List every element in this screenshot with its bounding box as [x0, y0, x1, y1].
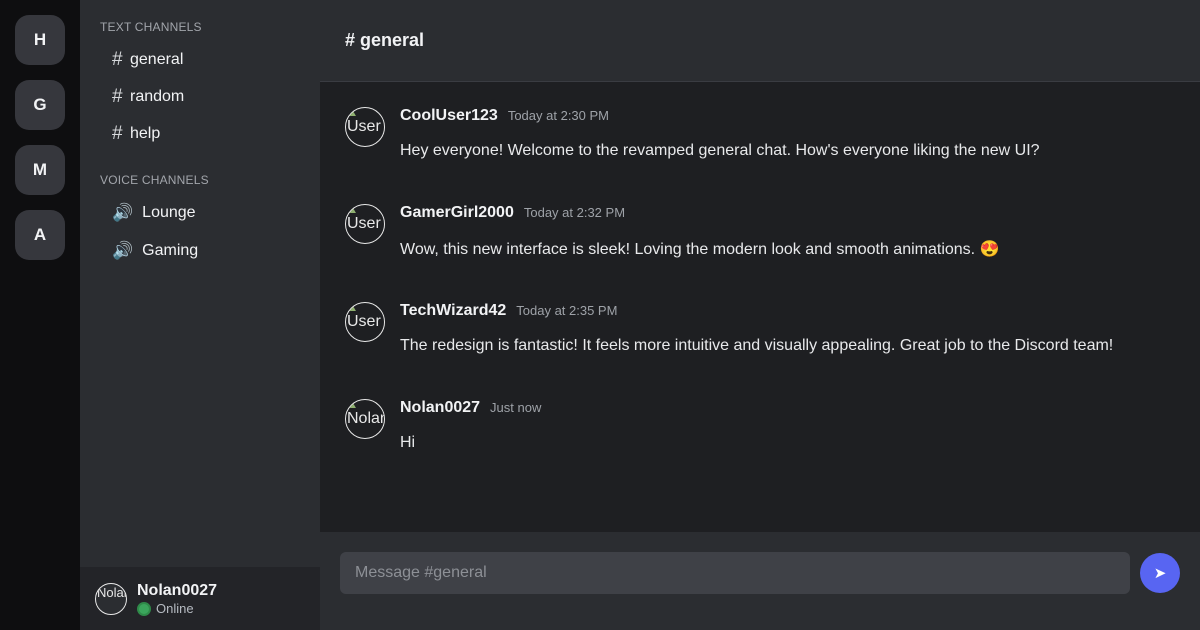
user-status: Online [137, 601, 194, 616]
message-author[interactable]: GamerGirl2000 [400, 204, 514, 222]
channel-header: # general [320, 0, 1200, 82]
avatar[interactable]: ⛰ User [345, 204, 385, 244]
message-timestamp: Today at 2:30 PM [507, 108, 609, 123]
broken-image-icon: ⛰ [347, 107, 357, 119]
broken-image-icon: ⛰ [347, 204, 357, 216]
speaker-icon: 🔊 [112, 241, 134, 260]
message-input[interactable] [340, 552, 1130, 594]
channel-help[interactable]: # help [112, 119, 160, 149]
message-author[interactable]: Nolan0027 [400, 399, 480, 417]
message-timestamp: Just now [490, 400, 542, 415]
message-list: ⛰ User CoolUser123 Today at 2:30 PM Hey e… [320, 82, 1200, 532]
message-text: Hi [400, 434, 416, 451]
voice-channels-heading: VOICE CHANNELS [100, 173, 209, 187]
avatar[interactable]: ⛰ Nolan [345, 399, 385, 439]
server-icon-a[interactable]: A [15, 210, 65, 260]
server-icon-m[interactable]: M [15, 145, 65, 195]
channel-general[interactable]: # general [112, 45, 183, 75]
voice-channel-gaming[interactable]: 🔊 Gaming [112, 236, 198, 266]
send-arrow-icon: ➤ [1153, 565, 1167, 582]
speaker-icon: 🔊 [112, 203, 134, 222]
user-panel: Nolan Nolan0027 Online [80, 567, 350, 630]
broken-image-icon: ⛰ [347, 399, 357, 411]
status-label: Online [156, 601, 194, 616]
avatar[interactable]: ⛰ User [345, 302, 385, 342]
message-text: Wow, this new interface is sleek! Loving… [400, 241, 1000, 258]
send-button[interactable]: ➤ [1140, 553, 1180, 593]
server-list: H G M A [0, 0, 80, 630]
hash-icon: # [112, 86, 123, 107]
broken-image-icon: ⛰ [347, 302, 357, 314]
message-timestamp: Today at 2:32 PM [523, 205, 626, 220]
message-text: The redesign is fantastic! It feels more… [400, 337, 1114, 354]
avatar[interactable]: ⛰ User [345, 107, 385, 147]
channel-label: Lounge [142, 204, 196, 221]
current-username: Nolan0027 [137, 582, 218, 599]
server-icon-h[interactable]: H [15, 15, 65, 65]
server-icon-g[interactable]: G [15, 80, 65, 130]
channel-label: help [130, 125, 161, 142]
avatar-alt-text: Nolan [347, 410, 385, 427]
channel-label: random [130, 88, 185, 105]
message-author[interactable]: CoolUser123 [400, 107, 498, 125]
avatar[interactable]: Nolan [95, 583, 127, 615]
channel-label: Gaming [142, 242, 199, 259]
message-timestamp: Today at 2:35 PM [516, 303, 618, 318]
page-title: # general [345, 30, 425, 50]
channel-sidebar: TEXT CHANNELS # general # random # help … [80, 0, 320, 630]
hash-icon: # [112, 49, 123, 70]
message-text: Hey everyone! Welcome to the revamped ge… [400, 142, 1040, 159]
message-composer: ➤ [320, 532, 1200, 630]
channel-label: general [130, 51, 184, 68]
text-channels-heading: TEXT CHANNELS [100, 20, 202, 34]
channel-random[interactable]: # random [112, 82, 184, 112]
online-status-icon [137, 601, 151, 616]
avatar-alt-text: User [347, 118, 381, 135]
avatar-alt-text: User [347, 215, 381, 232]
avatar-alt-text: User [347, 313, 381, 330]
hash-icon: # [112, 123, 123, 144]
voice-channel-lounge[interactable]: 🔊 Lounge [112, 198, 196, 228]
message-author[interactable]: TechWizard42 [400, 302, 506, 320]
